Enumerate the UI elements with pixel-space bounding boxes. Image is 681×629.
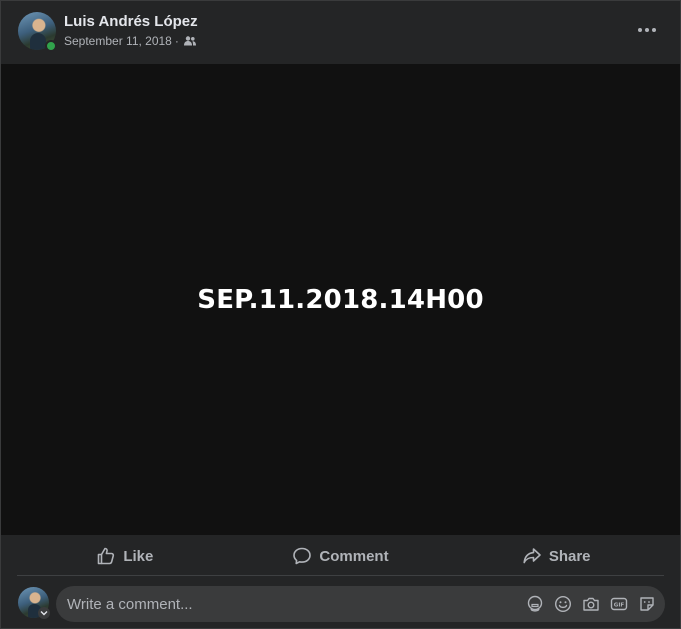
post-actions: Like Comment Share [17,537,664,576]
svg-text:GIF: GIF [613,603,624,609]
comment-label: Comment [319,547,389,565]
post-date[interactable]: September 11, 2018 [64,34,172,48]
more-options-icon [638,28,656,32]
like-label: Like [123,547,154,565]
thumbs-up-icon [98,547,115,565]
comment-input[interactable] [67,595,525,613]
chevron-down-icon[interactable] [38,607,50,619]
comment-composer: GIF [56,586,665,622]
meta-separator: · [174,34,179,48]
camera-icon[interactable] [581,595,600,614]
comment-icon [293,547,312,565]
sticker-icon[interactable] [637,595,656,614]
friends-icon[interactable] [183,36,196,46]
share-button[interactable]: Share [448,537,664,575]
comment-tools: GIF [525,595,665,614]
like-button[interactable]: Like [17,537,233,575]
avatar-sticker-icon[interactable] [525,595,544,614]
media-text: SEP.11.2018.14H00 [197,284,484,315]
more-options-button[interactable] [632,17,662,43]
post-header: Luis Andrés López September 11, 2018 · [1,1,680,64]
post-meta: September 11, 2018 · [64,34,196,48]
comment-button[interactable]: Comment [233,537,449,575]
post-card: Luis Andrés López September 11, 2018 · S… [0,0,681,629]
online-status-icon [45,40,57,52]
share-label: Share [548,547,591,565]
post-media[interactable]: SEP.11.2018.14H00 [1,64,680,535]
author-name[interactable]: Luis Andrés López [64,13,198,30]
gif-icon[interactable]: GIF [609,595,628,614]
share-icon [523,548,541,564]
emoji-icon[interactable] [553,595,572,614]
